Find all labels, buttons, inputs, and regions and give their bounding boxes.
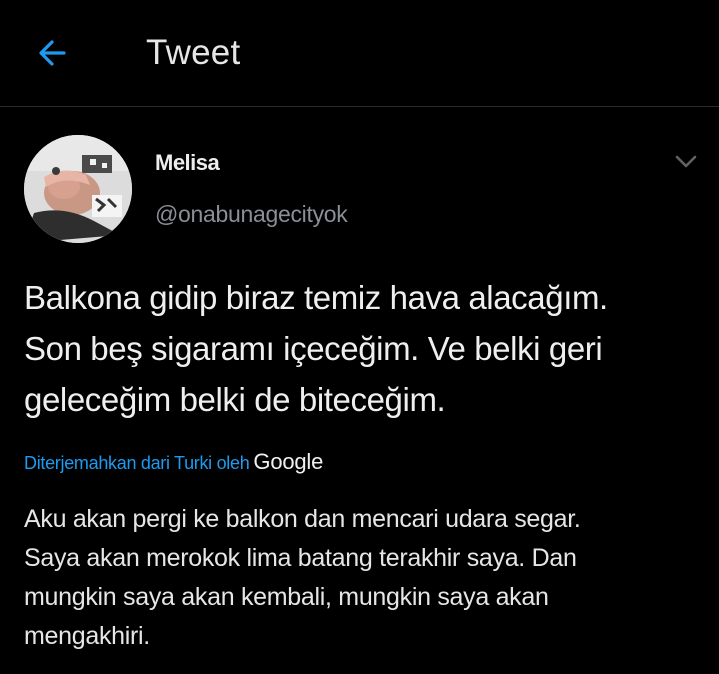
tweet-text-line: geleceğim belki de biteceğim. xyxy=(24,381,446,418)
translated-text-line: Aku akan pergi ke balkon dan mencari uda… xyxy=(24,505,581,533)
google-logo: Google xyxy=(253,449,324,474)
translated-text-line: Saya akan merokok lima batang terakhir s… xyxy=(24,544,577,572)
translated-text-line: mungkin saya akan kembali, mungkin saya … xyxy=(24,583,549,611)
tweet-text-line: Son beş sigaramı içeceğim. Ve belki geri xyxy=(24,330,603,367)
tweet-text: Balkona gidip biraz temiz hava alacağım.… xyxy=(24,272,704,425)
translated-text: Aku akan pergi ke balkon dan mencari uda… xyxy=(24,500,704,656)
user-avatar xyxy=(24,135,132,243)
translation-attribution: Diterjemahkan dari Turki oleh Google xyxy=(24,449,323,479)
back-button[interactable] xyxy=(30,33,74,73)
author-display-name[interactable]: Melisa xyxy=(155,150,220,176)
avatar[interactable] xyxy=(24,135,132,243)
author-handle[interactable]: @onabunagecityok xyxy=(155,200,348,228)
top-app-bar: Tweet xyxy=(0,0,719,107)
arrow-left-icon xyxy=(39,40,66,66)
translated-text-line: mengakhiri. xyxy=(24,622,150,650)
chevron-down-icon xyxy=(675,155,697,168)
tweet-menu-button[interactable] xyxy=(672,150,700,172)
translated-by-link[interactable]: Diterjemahkan dari Turki oleh xyxy=(24,453,250,473)
tweet-text-line: Balkona gidip biraz temiz hava alacağım. xyxy=(24,279,608,316)
page-title: Tweet xyxy=(146,33,241,72)
